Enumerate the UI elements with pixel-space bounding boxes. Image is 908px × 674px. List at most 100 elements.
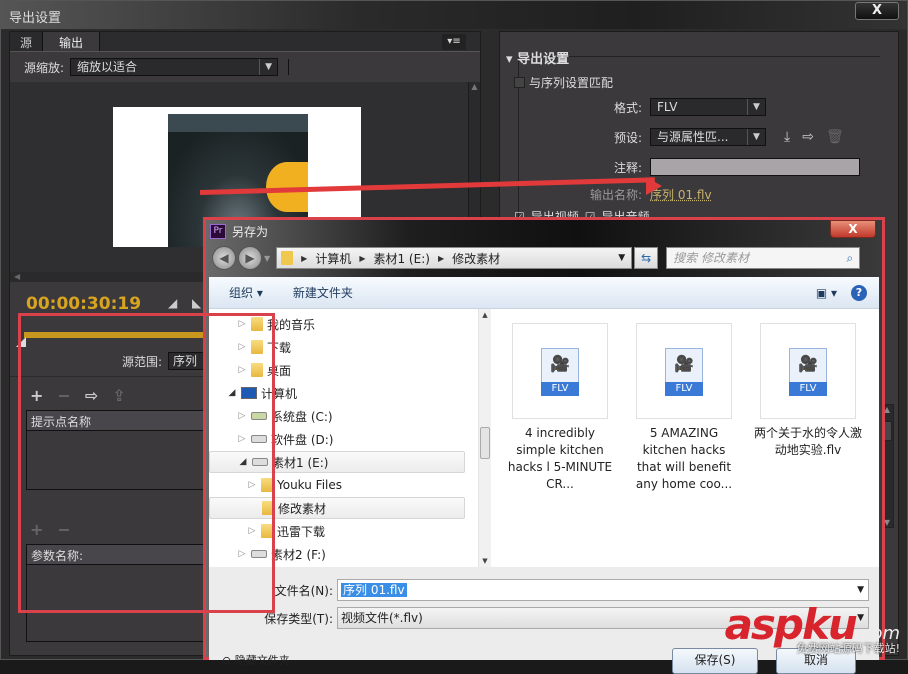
filename-input[interactable]: 序列 01.flv ▼ bbox=[337, 579, 869, 601]
tab-bar: 源 输出 ▾≡ bbox=[10, 32, 480, 52]
preset-select[interactable]: 与源属性匹... ▼ bbox=[650, 128, 766, 146]
organize-button[interactable]: 组织 ▾ bbox=[229, 284, 263, 301]
search-placeholder: 搜索 修改素材 bbox=[673, 251, 749, 265]
window-close-button[interactable]: X bbox=[855, 2, 899, 20]
breadcrumb-item[interactable]: 修改素材 bbox=[452, 250, 500, 267]
navigation-bar: ◀ ▶ ▼ ▶ 计算机 ▶ 素材1 (E:) ▶ 修改素材 ▼ ⇆ 搜索 修改素… bbox=[206, 242, 882, 274]
hide-folders-label: 隐藏文件夹 bbox=[234, 654, 290, 667]
search-input[interactable]: 搜索 修改素材 ⌕ bbox=[666, 247, 861, 269]
breadcrumb-item[interactable]: 素材1 (E:) bbox=[373, 250, 429, 267]
save-button[interactable]: 保存(S) bbox=[672, 648, 758, 674]
output-name-label: 输出名称: bbox=[589, 188, 642, 202]
chevron-down-icon: ▼ bbox=[259, 59, 277, 75]
scroll-up-icon[interactable]: ▲ bbox=[479, 311, 491, 319]
recent-locations-icon[interactable]: ▼ bbox=[264, 254, 270, 263]
dialog-close-button[interactable]: X bbox=[830, 220, 876, 238]
preset-value: 与源属性匹... bbox=[657, 130, 729, 144]
tree-item-label: 修改素材 bbox=[278, 501, 327, 516]
delete-preset-icon[interactable]: 🗑 bbox=[826, 129, 844, 145]
forward-button[interactable]: ▶ bbox=[238, 246, 262, 270]
hide-folders-toggle[interactable]: ⊙ 隐藏文件夹 bbox=[222, 652, 290, 668]
folder-icon bbox=[281, 251, 294, 265]
flv-file-icon: 🎥 FLV bbox=[541, 348, 579, 396]
chevron-down-icon[interactable]: ▼ bbox=[618, 253, 625, 263]
refresh-button[interactable]: ⇆ bbox=[634, 247, 659, 269]
divider bbox=[288, 59, 290, 75]
tree-item-label: Youku Files bbox=[277, 478, 343, 492]
tree-item-label: 系统盘 (C:) bbox=[271, 409, 333, 424]
file-item[interactable]: 🎥 FLV 5 AMAZING kitchen hacks that will b… bbox=[629, 323, 739, 493]
file-thumbnail: 🎥 FLV bbox=[512, 323, 608, 419]
chevron-down-icon[interactable]: ▼ bbox=[857, 580, 864, 600]
import-preset-icon[interactable]: ⇨ bbox=[802, 129, 814, 145]
section-title-text: 导出设置 bbox=[517, 52, 570, 67]
format-row: 格式: FLV ▼ bbox=[500, 98, 900, 116]
preset-label: 预设: bbox=[613, 130, 642, 145]
source-scale-select[interactable]: 缩放以适合 ▼ bbox=[70, 58, 279, 76]
scroll-down-icon[interactable]: ▼ bbox=[479, 557, 491, 565]
file-name: 两个关于水的令人激动地实验.flv bbox=[753, 426, 862, 457]
address-bar[interactable]: ▶ 计算机 ▶ 素材1 (E:) ▶ 修改素材 ▼ bbox=[276, 247, 633, 269]
filename-row: 文件名(N): 序列 01.flv ▼ bbox=[209, 579, 879, 601]
match-sequence-label: 与序列设置匹配 bbox=[529, 76, 614, 90]
file-name: 4 incredibly simple kitchen hacks l 5-MI… bbox=[507, 426, 613, 491]
flv-file-icon: 🎥 FLV bbox=[665, 348, 703, 396]
back-button[interactable]: ◀ bbox=[212, 246, 236, 270]
chevron-right-icon[interactable]: ▶ bbox=[301, 254, 307, 263]
format-label: 格式: bbox=[613, 100, 642, 115]
dialog-titlebar: Pr 另存为 bbox=[206, 220, 882, 242]
filename-value: 序列 01.flv bbox=[341, 583, 407, 597]
match-sequence-checkbox[interactable]: 与序列设置匹配 bbox=[514, 74, 613, 91]
scroll-up-icon[interactable]: ▲ bbox=[469, 82, 480, 91]
video-camera-icon: 🎥 bbox=[798, 354, 818, 373]
scroll-thumb[interactable] bbox=[480, 427, 490, 459]
source-scale-label: 源缩放: bbox=[24, 60, 65, 75]
panel-menu-icon[interactable]: ▾≡ bbox=[442, 34, 466, 50]
view-options-icon[interactable]: ▣ ▾ bbox=[816, 286, 837, 300]
section-title[interactable]: ▾ 导出设置 bbox=[506, 48, 569, 67]
comment-input[interactable] bbox=[650, 158, 860, 176]
search-icon[interactable]: ⌕ bbox=[846, 248, 853, 268]
window-title: 导出设置 bbox=[1, 1, 907, 29]
file-name: 5 AMAZING kitchen hacks that will benefi… bbox=[635, 426, 733, 491]
flv-file-icon: 🎥 FLV bbox=[789, 348, 827, 396]
source-scale-row: 源缩放: 缩放以适合 ▼ bbox=[10, 52, 480, 82]
comment-label: 注释: bbox=[613, 160, 642, 175]
file-item[interactable]: 🎥 FLV 两个关于水的令人激动地实验.flv bbox=[753, 323, 863, 459]
chevron-right-icon[interactable]: ▶ bbox=[438, 254, 444, 263]
watermark-tagline: 免费网站源码下载站! bbox=[796, 642, 900, 655]
annotation-highlight-box bbox=[18, 313, 275, 613]
save-as-dialog: Pr 另存为 X ◀ ▶ ▼ ▶ 计算机 ▶ 素材1 (E:) ▶ 修改素材 ▼… bbox=[203, 217, 885, 660]
annotation-arrow-head bbox=[646, 177, 662, 195]
new-folder-button[interactable]: 新建文件夹 bbox=[293, 284, 353, 301]
timecode[interactable]: 00:00:30:19 bbox=[26, 294, 142, 315]
set-in-point-icon[interactable]: ◢ bbox=[168, 296, 177, 310]
tab-output[interactable]: 输出 bbox=[43, 32, 101, 51]
dialog-toolbar: 组织 ▾ 新建文件夹 ▣ ▾ ? bbox=[209, 277, 879, 309]
dialog-body: ▷ 我的音乐 ▷ 下载 ▷ 桌面 ◢ 计算机 ▷ 系统盘 (C:) ▷ 软件盘 (D:) ◢… bbox=[209, 309, 879, 567]
tree-scrollbar[interactable]: ▲ ▼ bbox=[479, 309, 491, 567]
format-select[interactable]: FLV ▼ bbox=[650, 98, 766, 116]
file-type-label: FLV bbox=[665, 382, 703, 396]
file-type-label: FLV bbox=[541, 382, 579, 396]
tab-source[interactable]: 源 bbox=[10, 32, 44, 51]
file-thumbnail: 🎥 FLV bbox=[760, 323, 856, 419]
source-scale-value: 缩放以适合 bbox=[77, 60, 138, 74]
chevron-right-icon[interactable]: ▶ bbox=[359, 254, 365, 263]
chevron-down-icon: ▼ bbox=[747, 129, 765, 145]
toolbar-right: ▣ ▾ ? bbox=[816, 284, 867, 301]
video-camera-icon: 🎥 bbox=[674, 354, 694, 373]
breadcrumb-item[interactable]: 计算机 bbox=[315, 250, 351, 267]
save-preset-icon[interactable]: ⤓ bbox=[784, 129, 790, 145]
file-item[interactable]: 🎥 FLV 4 incredibly simple kitchen hacks l… bbox=[505, 323, 615, 493]
format-value: FLV bbox=[657, 100, 678, 114]
save-type-value: 视频文件(*.flv) bbox=[341, 611, 423, 625]
set-out-point-icon[interactable]: ◣ bbox=[192, 296, 201, 310]
file-thumbnail: 🎥 FLV bbox=[636, 323, 732, 419]
preset-row: 预设: 与源属性匹... ▼ ⤓ ⇨ 🗑 bbox=[500, 128, 900, 146]
scroll-left-icon[interactable]: ◀ bbox=[14, 272, 20, 281]
premiere-app-icon: Pr bbox=[210, 223, 226, 239]
checkbox-icon[interactable] bbox=[514, 77, 525, 88]
help-icon[interactable]: ? bbox=[851, 284, 867, 301]
chevron-down-icon: ▼ bbox=[747, 99, 765, 115]
